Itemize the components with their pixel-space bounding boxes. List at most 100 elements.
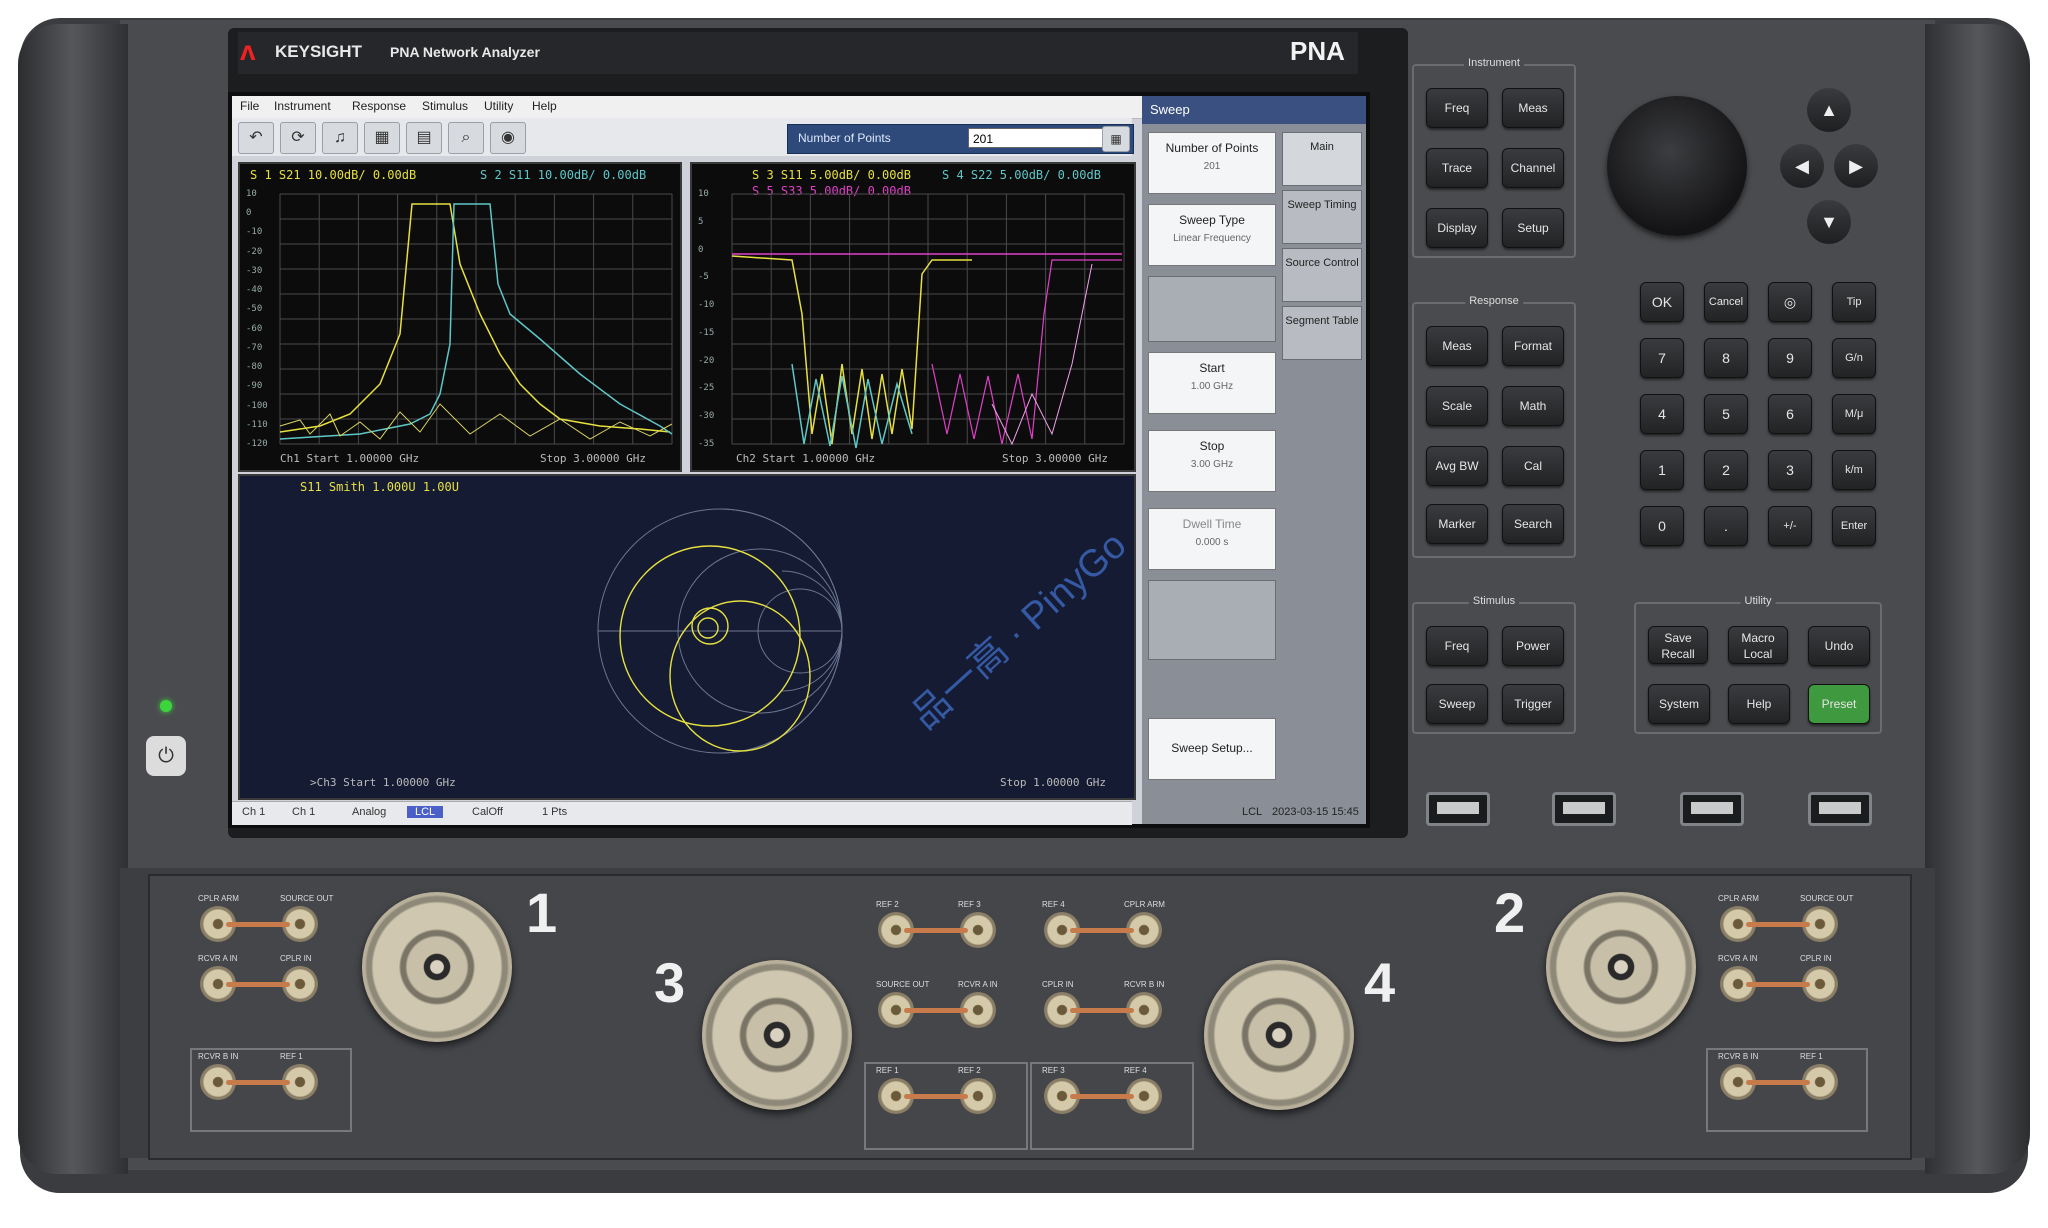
seven-key[interactable]: 7	[1640, 338, 1684, 378]
group-label: Response	[1465, 295, 1523, 307]
tab-main[interactable]: Main	[1282, 132, 1362, 186]
search-key[interactable]: Search	[1502, 504, 1564, 544]
connector-label: CPLR IN	[1042, 980, 1074, 989]
save-icon[interactable]: ▤	[406, 122, 442, 154]
refresh-icon[interactable]: ⟳	[280, 122, 316, 154]
menu-response[interactable]: Response	[352, 99, 406, 113]
port-number: 1	[526, 881, 558, 944]
softkey-label: Stop	[1199, 439, 1225, 453]
connector-label: CPLR ARM	[1718, 894, 1759, 903]
freq-key[interactable]: Freq	[1426, 88, 1488, 128]
test-port-4[interactable]	[1204, 960, 1354, 1110]
help-key[interactable]: Help	[1728, 684, 1790, 724]
kilo-key[interactable]: k/m	[1832, 450, 1876, 490]
power-button[interactable]: ⏻	[146, 736, 186, 776]
system-key[interactable]: System	[1648, 684, 1710, 724]
left-handle	[18, 24, 128, 1174]
usb-port[interactable]	[1426, 792, 1490, 826]
giga-key[interactable]: G/n	[1832, 338, 1876, 378]
save-recall-key[interactable]: Save Recall	[1648, 626, 1708, 664]
arrow-up-icon[interactable]: ▲	[1807, 88, 1851, 132]
decimal-key[interactable]: .	[1704, 506, 1748, 546]
eight-key[interactable]: 8	[1704, 338, 1748, 378]
softkey-dwell-time[interactable]: Dwell Time 0.000 s	[1148, 508, 1276, 570]
avg-bw-key[interactable]: Avg BW	[1426, 446, 1488, 486]
usb-port[interactable]	[1680, 792, 1744, 826]
preset-key[interactable]: Preset	[1808, 684, 1870, 724]
meas-key[interactable]: Meas	[1426, 326, 1488, 366]
trace-icon[interactable]: ♫	[322, 122, 358, 154]
number-of-points-input[interactable]: 201	[968, 128, 1108, 148]
softkey-sweep-type[interactable]: Sweep Type Linear Frequency	[1148, 204, 1276, 266]
setup-key[interactable]: Setup	[1502, 208, 1564, 248]
softkey-sweep-setup[interactable]: Sweep Setup...	[1148, 718, 1276, 780]
sweep-key[interactable]: Sweep	[1426, 684, 1488, 724]
mega-key[interactable]: M/μ	[1832, 394, 1876, 434]
tab-segment-table[interactable]: Segment Table	[1282, 306, 1362, 360]
jumper-cable	[226, 982, 290, 987]
menu-help[interactable]: Help	[532, 99, 557, 113]
tab-sweep-timing[interactable]: Sweep Timing	[1282, 190, 1362, 244]
format-key[interactable]: Format	[1502, 326, 1564, 366]
test-port-3[interactable]	[702, 960, 852, 1110]
trigger-key[interactable]: Trigger	[1502, 684, 1564, 724]
three-key[interactable]: 3	[1768, 450, 1812, 490]
macro-local-key[interactable]: Macro Local	[1728, 626, 1788, 664]
y-tick-label: -10	[698, 300, 715, 311]
arrow-left-icon[interactable]: ◀	[1780, 144, 1824, 188]
y-tick-label: -15	[698, 327, 715, 338]
six-key[interactable]: 6	[1768, 394, 1812, 434]
test-port-1[interactable]	[362, 892, 512, 1042]
ok-key[interactable]: OK	[1640, 282, 1684, 322]
menu-utility[interactable]: Utility	[484, 99, 513, 113]
nine-key[interactable]: 9	[1768, 338, 1812, 378]
jumper-cable	[226, 922, 290, 927]
two-key[interactable]: 2	[1704, 450, 1748, 490]
power-key[interactable]: Power	[1502, 626, 1564, 666]
zoom-icon[interactable]: ⌕	[448, 122, 484, 154]
menu-instrument[interactable]: Instrument	[274, 99, 331, 113]
camera-icon[interactable]: ◉	[490, 122, 526, 154]
display-key[interactable]: Display	[1426, 208, 1488, 248]
tab-source-control[interactable]: Source Control	[1282, 248, 1362, 302]
port-number: 2	[1494, 881, 1526, 944]
zero-key[interactable]: 0	[1640, 506, 1684, 546]
test-port-2[interactable]	[1546, 892, 1696, 1042]
math-key[interactable]: Math	[1502, 386, 1564, 426]
trace-key[interactable]: Trace	[1426, 148, 1488, 188]
channel-key[interactable]: Channel	[1502, 148, 1564, 188]
cancel-key[interactable]: Cancel	[1704, 282, 1748, 322]
tip-key[interactable]: Tip	[1832, 282, 1876, 322]
enter-key[interactable]: Enter	[1832, 506, 1876, 546]
stim-freq-key[interactable]: Freq	[1426, 626, 1488, 666]
plot-top-left[interactable]: S 1 S21 10.00dB/ 0.00dB S 2 S11 10.00dB/…	[238, 162, 682, 472]
undo-icon[interactable]: ↶	[238, 122, 274, 154]
softkey-stop[interactable]: Stop 3.00 GHz	[1148, 430, 1276, 492]
rotary-knob[interactable]	[1607, 96, 1747, 236]
connector-label: SOURCE OUT	[1800, 894, 1854, 903]
arrow-right-icon[interactable]: ▶	[1834, 144, 1878, 188]
keypad-icon[interactable]: ▦	[1102, 126, 1130, 152]
softkey-number-of-points[interactable]: Number of Points 201	[1148, 132, 1276, 194]
softkey-start[interactable]: Start 1.00 GHz	[1148, 352, 1276, 414]
scale-key[interactable]: Scale	[1426, 386, 1488, 426]
meas-key[interactable]: Meas	[1502, 88, 1564, 128]
plus-minus-key[interactable]: +/-	[1768, 506, 1812, 546]
menu-stimulus[interactable]: Stimulus	[422, 99, 468, 113]
undo-key[interactable]: Undo	[1808, 626, 1870, 666]
usb-port[interactable]	[1552, 792, 1616, 826]
plot-footer: Stop 3.00000 GHz	[540, 452, 646, 465]
menu-file[interactable]: File	[240, 99, 259, 113]
five-key[interactable]: 5	[1704, 394, 1748, 434]
analyzer-screen: File Instrument Response Stimulus Utilit…	[228, 92, 1370, 828]
cal-key[interactable]: Cal	[1502, 446, 1564, 486]
entry-off-key[interactable]: ◎	[1768, 282, 1812, 322]
arrow-down-icon[interactable]: ▼	[1807, 200, 1851, 244]
four-key[interactable]: 4	[1640, 394, 1684, 434]
marker-key[interactable]: Marker	[1426, 504, 1488, 544]
usb-port[interactable]	[1808, 792, 1872, 826]
softkey-blank	[1148, 580, 1276, 660]
one-key[interactable]: 1	[1640, 450, 1684, 490]
plot-top-right[interactable]: S 3 S11 5.00dB/ 0.00dB S 4 S22 5.00dB/ 0…	[690, 162, 1136, 472]
window-icon[interactable]: ▦	[364, 122, 400, 154]
